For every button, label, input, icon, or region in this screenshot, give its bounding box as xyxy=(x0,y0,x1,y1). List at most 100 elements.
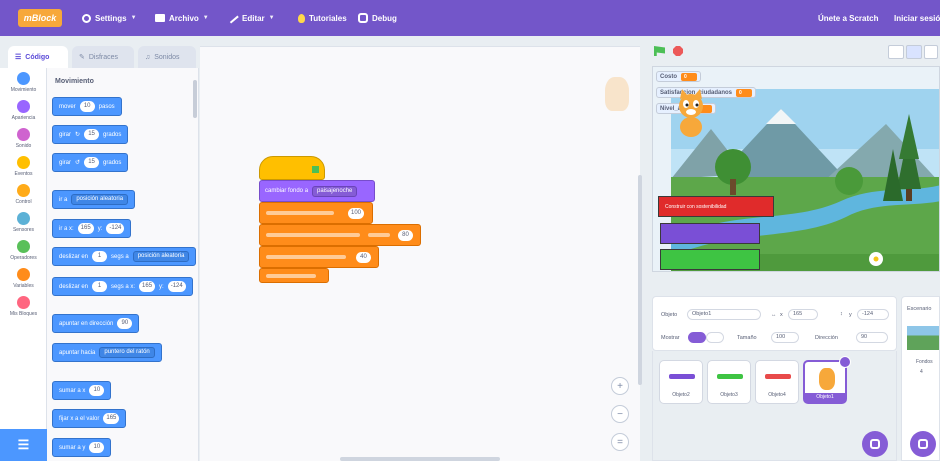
block-set-x[interactable]: fijar x a el valor 165 xyxy=(52,409,127,428)
y-input[interactable]: -124 xyxy=(857,309,889,320)
block-input[interactable]: 10 xyxy=(79,101,95,112)
sprite-name-input[interactable]: Objeto1 xyxy=(687,309,761,320)
block-input[interactable]: 1 xyxy=(92,281,108,292)
block-change-y[interactable]: sumar a y 10 xyxy=(52,438,112,457)
block-point-towards[interactable]: apuntar hacia puntero del ratón xyxy=(52,343,162,362)
cat-thumb-image xyxy=(819,368,835,390)
category-myblocks[interactable]: Mis Bloques xyxy=(0,296,47,317)
sprite-thumb[interactable]: Objeto3 xyxy=(707,360,751,404)
block-dropdown[interactable]: posición aleatoria xyxy=(71,194,129,205)
category-sound[interactable]: Sonido xyxy=(0,128,47,149)
sprite-thumb[interactable]: Objeto4 xyxy=(755,360,799,404)
category-label: Sensores xyxy=(12,227,35,233)
block-input[interactable]: 10 xyxy=(89,442,105,453)
signin-link[interactable]: Iniciar sesión xyxy=(894,11,940,25)
show-hidden-toggle[interactable] xyxy=(706,332,724,343)
sprite-thumb[interactable]: Objeto2 xyxy=(659,360,703,404)
tab-sounds[interactable]: ♫ Sonidos xyxy=(138,46,196,68)
when-flag-clicked-block[interactable] xyxy=(259,156,325,180)
tutorials-menu[interactable]: Tutoriales xyxy=(298,11,347,25)
category-looks[interactable]: Apariencia xyxy=(0,100,47,121)
block-input[interactable]: 80 xyxy=(398,230,413,241)
delete-sprite-icon[interactable] xyxy=(839,356,851,368)
block-goto-xy[interactable]: ir a x: 165 y: -124 xyxy=(52,219,132,238)
block-glide-xy[interactable]: deslizar en 1 segs a x: 165 y: -124 xyxy=(52,277,193,296)
file-menu[interactable]: Archivo ▼ xyxy=(155,11,209,25)
block-point-direction[interactable]: apuntar en dirección 90 xyxy=(52,314,140,333)
block-dropdown[interactable]: puntero del ratón xyxy=(99,347,155,358)
block-input[interactable]: 100 xyxy=(348,208,365,219)
add-extension-button[interactable]: ☰ xyxy=(0,429,47,461)
block-glide-to[interactable]: deslizar en 1 segs a posición aleatoria xyxy=(52,247,197,266)
set-variable-block[interactable]: 40 xyxy=(259,246,379,268)
sprite-button-label: Construir con sostenibilidad xyxy=(665,203,727,210)
app-logo[interactable]: mBlock xyxy=(18,9,62,27)
block-text: fijar x a el valor xyxy=(59,415,100,422)
x-input[interactable]: 165 xyxy=(788,309,818,320)
category-control[interactable]: Control xyxy=(0,184,47,205)
block-input[interactable]: 165 xyxy=(103,413,120,424)
variable-monitor-cost[interactable]: Costo 0 xyxy=(656,71,701,82)
size-input[interactable]: 100 xyxy=(771,332,799,343)
add-sprite-button[interactable] xyxy=(862,431,888,457)
workspace-horizontal-scrollbar[interactable] xyxy=(340,457,500,461)
sprite-thumb-selected[interactable]: Objeto1 xyxy=(803,356,851,404)
folder-icon xyxy=(155,14,165,22)
zoom-reset-button[interactable]: = xyxy=(611,433,629,451)
debug-label: Debug xyxy=(372,13,397,23)
zoom-in-icon: + xyxy=(617,380,623,392)
block-input[interactable]: 15 xyxy=(84,157,100,168)
small-stage-button[interactable] xyxy=(888,45,904,59)
block-input[interactable]: -124 xyxy=(167,281,186,292)
join-link[interactable]: Únete a Scratch xyxy=(818,11,878,25)
category-motion[interactable]: Movimiento xyxy=(0,72,47,93)
block-text: ir a xyxy=(59,196,68,203)
tab-code[interactable]: ☰ Código xyxy=(8,46,68,68)
block-turn-left[interactable]: girar ↺ 15 grados xyxy=(52,153,129,172)
fullscreen-button[interactable] xyxy=(924,45,938,59)
block-change-x[interactable]: sumar a x 10 xyxy=(52,381,112,400)
category-variables[interactable]: Variables xyxy=(0,268,47,289)
tab-costumes[interactable]: ✎ Disfraces xyxy=(72,46,134,68)
block-move-steps[interactable]: mover 10 pasos xyxy=(52,97,122,116)
normal-stage-button[interactable] xyxy=(906,45,922,59)
block-input[interactable]: -124 xyxy=(106,223,125,234)
switch-backdrop-block[interactable]: cambiar fondo a paisajenoche xyxy=(259,180,375,202)
block-input[interactable]: 40 xyxy=(356,252,371,263)
block-turn-right[interactable]: girar ↻ 15 grados xyxy=(52,125,129,144)
category-sensing[interactable]: Sensores xyxy=(0,212,47,233)
block-input[interactable]: 10 xyxy=(89,385,105,396)
category-operators[interactable]: Operadores xyxy=(0,240,47,261)
block-text: pasos xyxy=(98,103,115,110)
show-visible-toggle[interactable] xyxy=(688,332,706,343)
block-goto[interactable]: ir a posición aleatoria xyxy=(52,190,136,209)
block-input[interactable]: 90 xyxy=(117,318,133,329)
block-input[interactable]: 1 xyxy=(92,251,108,262)
stop-button[interactable] xyxy=(673,46,683,56)
set-variable-block[interactable]: 80 xyxy=(259,224,421,246)
zoom-in-button[interactable]: + xyxy=(611,377,629,395)
variable-block[interactable] xyxy=(259,268,329,283)
direction-input[interactable]: 90 xyxy=(856,332,888,343)
block-dropdown[interactable]: paisajenoche xyxy=(312,185,358,197)
add-backdrop-button[interactable] xyxy=(910,431,936,457)
sprite-red-button[interactable]: Construir con sostenibilidad xyxy=(658,196,774,217)
zoom-out-button[interactable]: − xyxy=(611,405,629,423)
sprite-purple-button[interactable] xyxy=(660,223,760,244)
set-variable-block[interactable]: 100 xyxy=(259,202,373,224)
code-workspace[interactable]: cambiar fondo a paisajenoche 100 80 40 +… xyxy=(200,46,642,461)
block-input[interactable]: 165 xyxy=(77,223,94,234)
block-dropdown[interactable]: posición aleatoria xyxy=(132,251,190,262)
block-input[interactable]: 165 xyxy=(139,281,156,292)
debug-menu[interactable]: Debug xyxy=(358,11,397,25)
sprite-green-button[interactable] xyxy=(660,249,760,270)
block-input[interactable]: 15 xyxy=(84,129,100,140)
palette-scrollbar[interactable] xyxy=(193,80,197,118)
category-events[interactable]: Eventos xyxy=(0,156,47,177)
edit-menu[interactable]: Editar ▼ xyxy=(227,11,275,25)
green-flag-button[interactable] xyxy=(654,46,665,56)
workspace-vertical-scrollbar[interactable] xyxy=(638,175,642,385)
stage[interactable]: Costo 0 Satisfaccion_ciudadanos 0 Nivel_… xyxy=(652,66,940,272)
cat-sprite[interactable] xyxy=(671,89,711,139)
settings-menu[interactable]: Settings ▼ xyxy=(82,11,137,25)
